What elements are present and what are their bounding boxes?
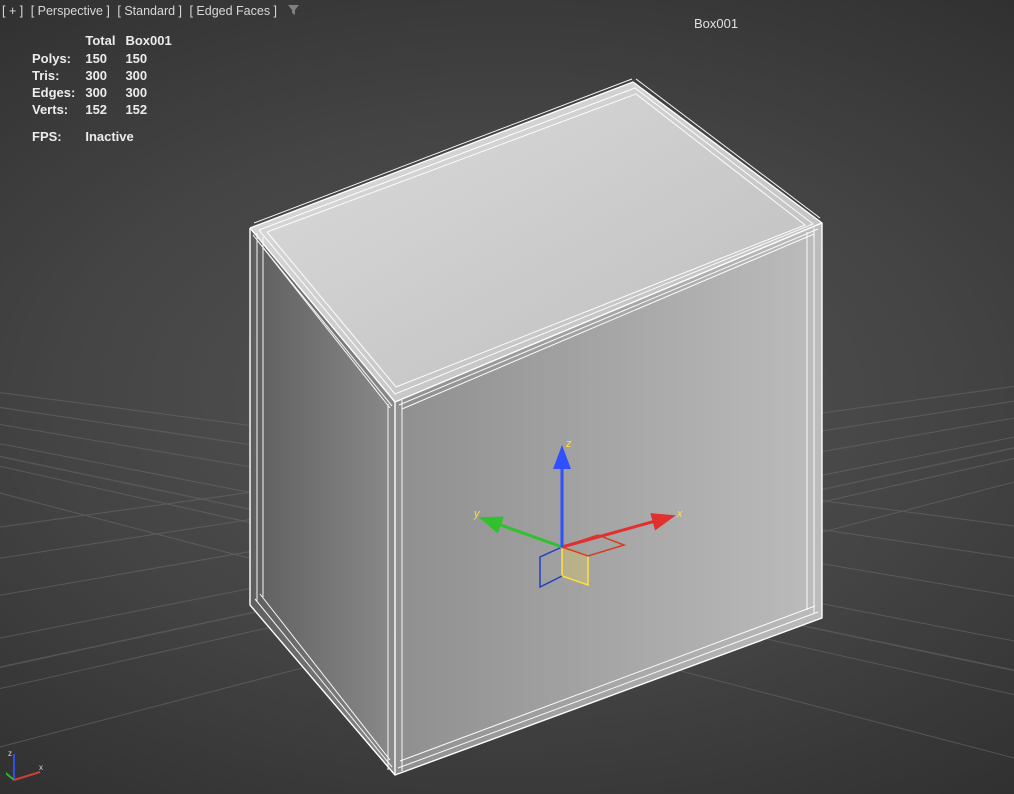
stats-tris-label: Tris: [32, 67, 85, 84]
stats-polys-label: Polys: [32, 50, 85, 67]
stats-col-total: Total [85, 32, 125, 50]
stats-verts-label: Verts: [32, 101, 85, 118]
statistics-overlay: Total Box001 Polys: 150 150 Tris: 300 30… [32, 32, 182, 145]
filter-icon[interactable] [287, 4, 300, 19]
viewport-label-bar: [ + ] [ Perspective ] [ Standard ] [ Edg… [0, 4, 300, 19]
viewport-label-expand[interactable]: [ + ] [0, 4, 25, 18]
world-axis-icon: x z [6, 748, 46, 788]
stats-verts-obj: 152 [125, 101, 181, 118]
svg-text:z: z [8, 749, 12, 758]
viewport-label-view[interactable]: [ Perspective ] [29, 4, 112, 18]
stats-polys-obj: 150 [125, 50, 181, 67]
stats-fps-value: Inactive [85, 118, 181, 145]
stats-polys-total: 150 [85, 50, 125, 67]
viewport[interactable]: x y z [ + ] [ Perspective ] [ Standard ]… [0, 0, 1014, 794]
viewport-label-shading[interactable]: [ Standard ] [115, 4, 184, 18]
stats-verts-total: 152 [85, 101, 125, 118]
gizmo-z-label: z [565, 438, 572, 450]
stats-edges-total: 300 [85, 84, 125, 101]
stats-fps-label: FPS: [32, 118, 85, 145]
stats-tris-obj: 300 [125, 67, 181, 84]
viewport-label-edged[interactable]: [ Edged Faces ] [187, 4, 279, 18]
stats-edges-obj: 300 [125, 84, 181, 101]
stats-edges-label: Edges: [32, 84, 85, 101]
selected-object-name: Box001 [694, 16, 738, 31]
gizmo-x-label: x [676, 508, 683, 520]
stats-tris-total: 300 [85, 67, 125, 84]
svg-text:x: x [39, 763, 43, 772]
stats-col-object: Box001 [125, 32, 181, 50]
